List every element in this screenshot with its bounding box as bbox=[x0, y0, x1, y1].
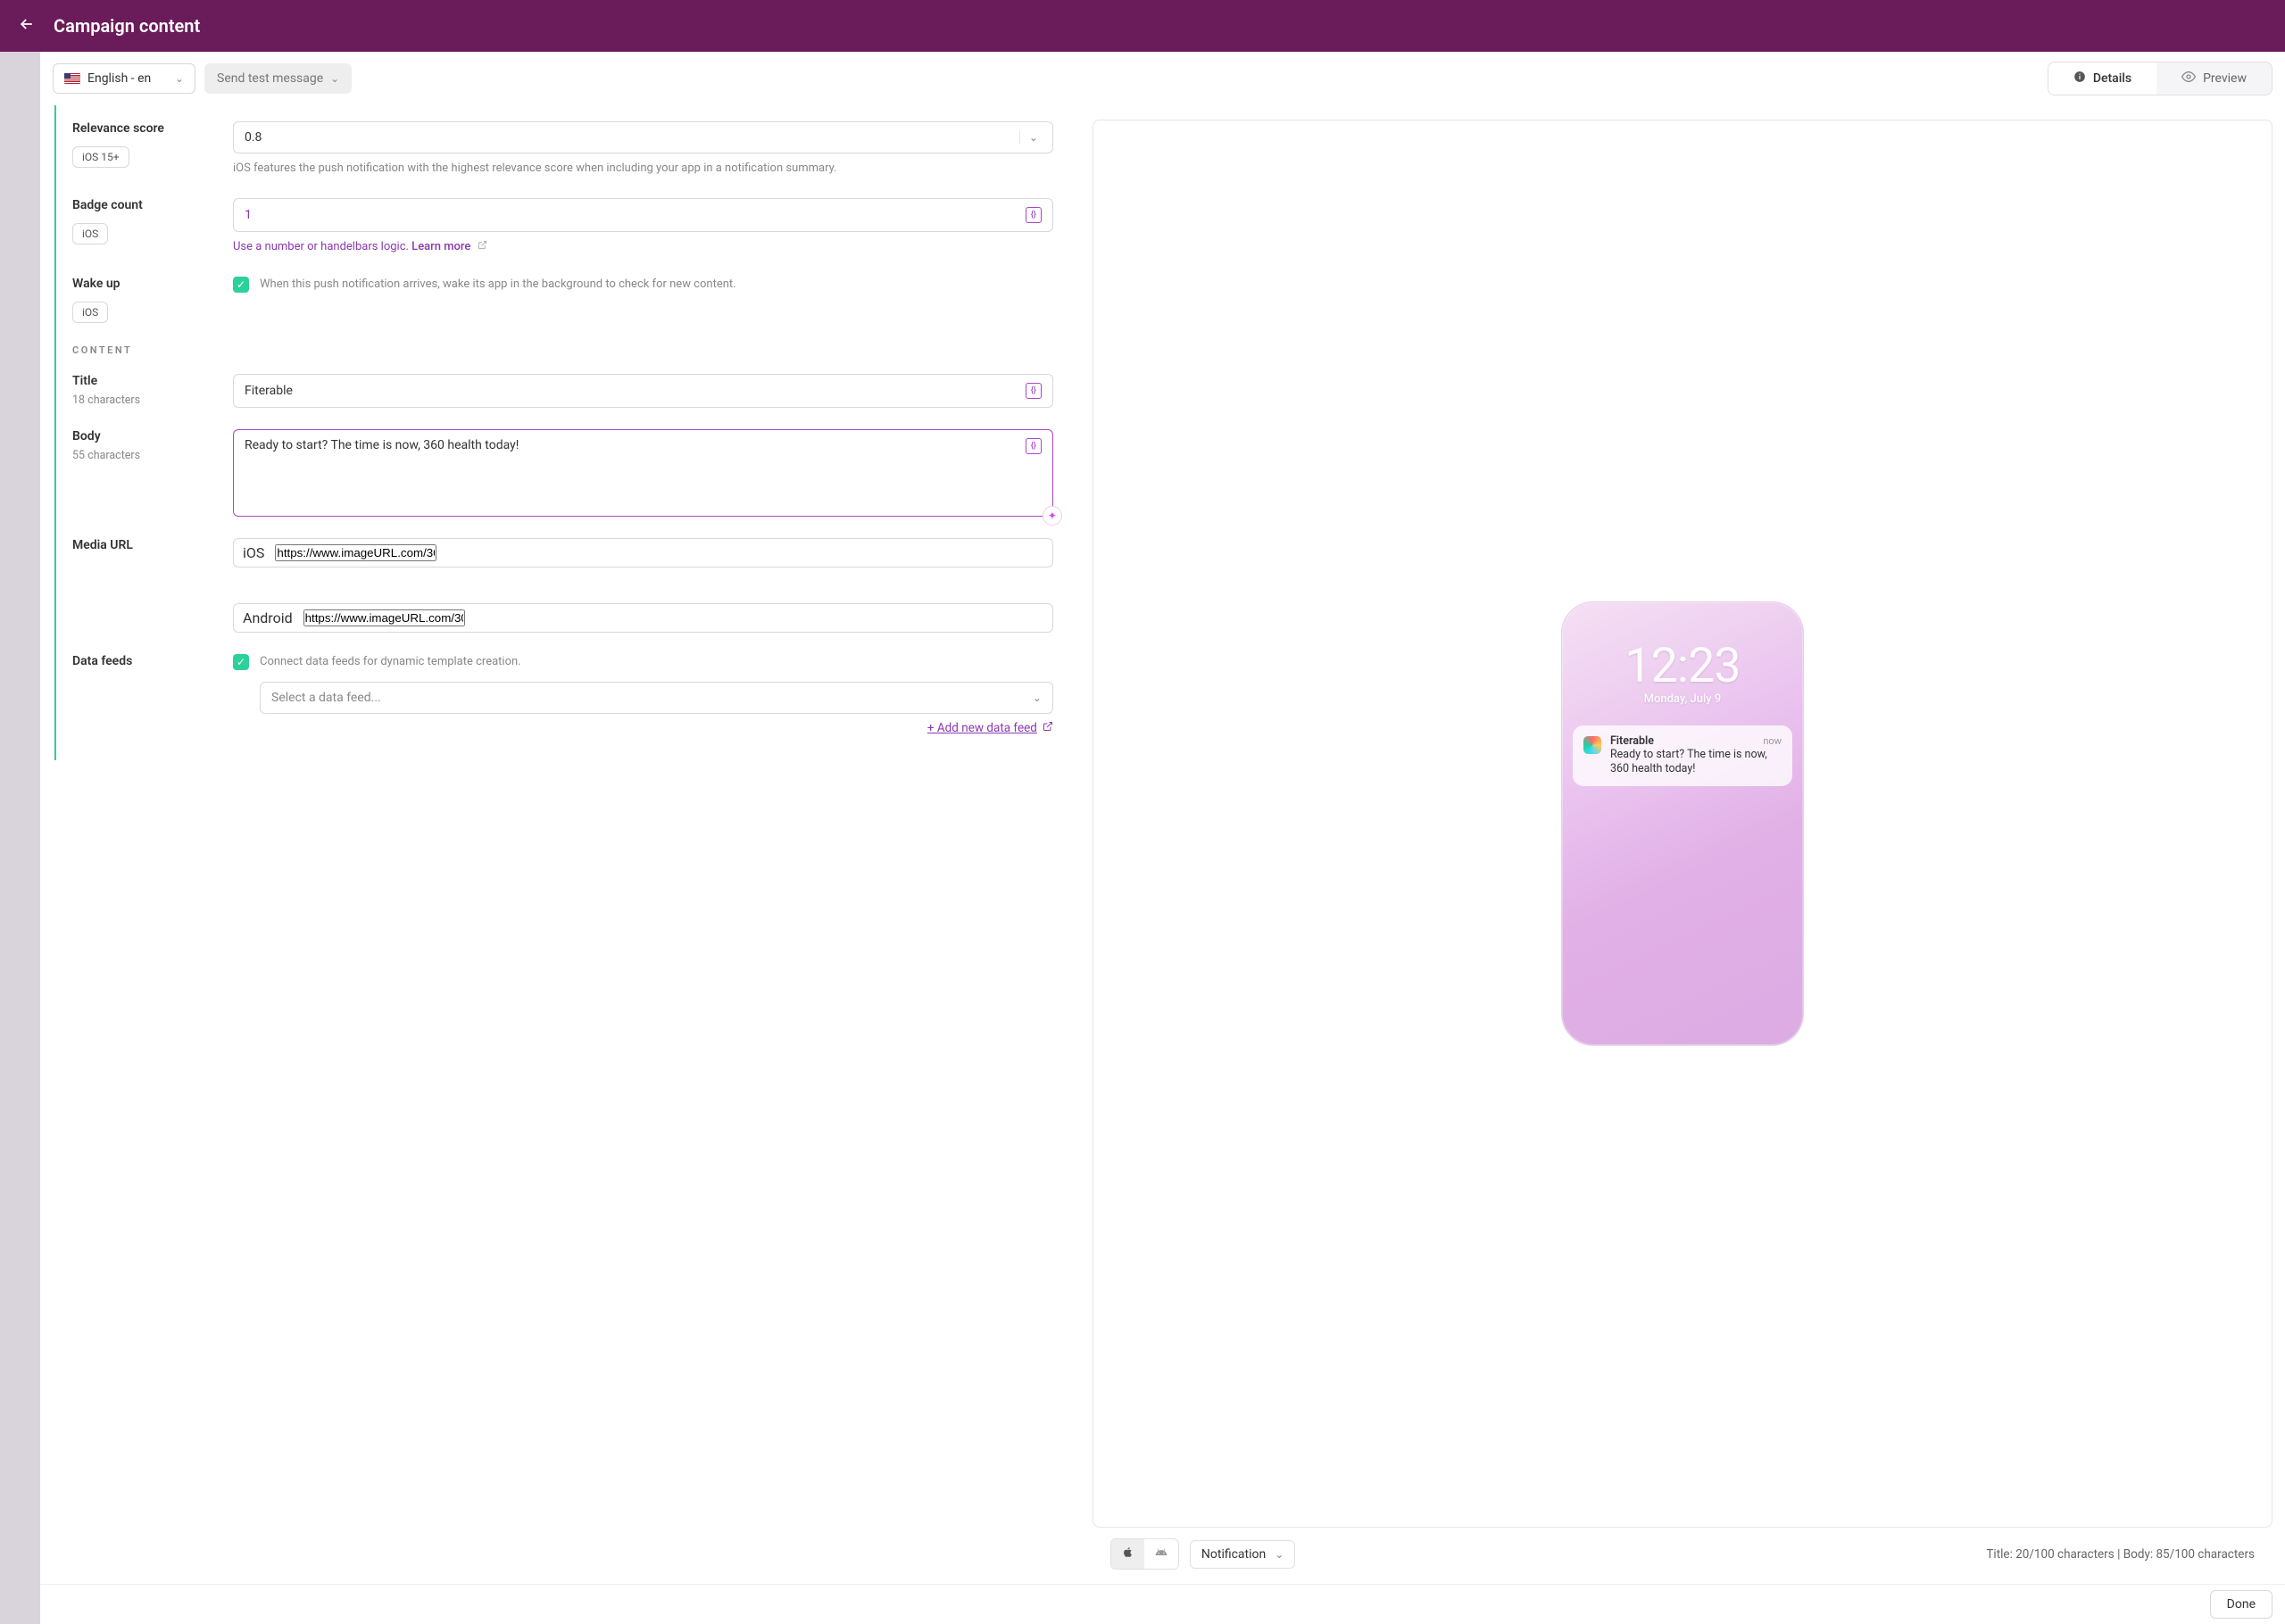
badge-ios15: iOS 15+ bbox=[72, 146, 129, 168]
feeds-checkbox[interactable]: ✓ bbox=[233, 654, 249, 670]
back-arrow-icon[interactable] bbox=[18, 15, 36, 37]
info-icon bbox=[2073, 70, 2086, 87]
done-button[interactable]: Done bbox=[2210, 1590, 2273, 1619]
label-body: Body bbox=[72, 429, 215, 443]
relevance-value: 0.8 bbox=[245, 130, 262, 145]
label-media-url: Media URL bbox=[72, 538, 215, 552]
preview-frame: 12:23 Monday, July 9 Fiterable now Ready… bbox=[1093, 120, 2273, 1528]
os-toggle bbox=[1110, 1538, 1179, 1570]
notification-card: Fiterable now Ready to start? The time i… bbox=[1573, 725, 1792, 786]
os-apple-button[interactable] bbox=[1111, 1539, 1144, 1569]
label-relevance: Relevance score bbox=[72, 121, 215, 136]
form-column: Relevance score iOS 15+ 0.8 ⌄ iOS featur… bbox=[40, 105, 1073, 1584]
label-data-feeds: Data feeds bbox=[72, 654, 215, 668]
notification-type-select[interactable]: Notification ⌄ bbox=[1190, 1540, 1295, 1569]
feeds-placeholder: Select a data feed... bbox=[271, 691, 381, 705]
chevron-down-icon: ⌄ bbox=[1029, 131, 1038, 144]
relevance-hint: iOS features the push notification with … bbox=[233, 161, 1053, 177]
ai-sparkle-icon[interactable]: ✦ bbox=[1043, 506, 1062, 526]
code-icon[interactable]: {} bbox=[1026, 207, 1042, 223]
phone-date: Monday, July 9 bbox=[1562, 692, 1803, 706]
language-select[interactable]: English - en ⌄ bbox=[53, 63, 195, 94]
tab-preview[interactable]: Preview bbox=[2156, 62, 2272, 95]
body-textarea[interactable] bbox=[245, 438, 1020, 508]
code-icon[interactable]: {} bbox=[1026, 383, 1042, 399]
label-title: Title bbox=[72, 374, 215, 388]
details-preview-segmented: Details Preview bbox=[2048, 62, 2273, 95]
external-link-icon bbox=[478, 241, 487, 253]
title-char-count: 18 characters bbox=[72, 394, 215, 407]
os-android-button[interactable] bbox=[1144, 1539, 1178, 1569]
wakeup-desc: When this push notification arrives, wak… bbox=[260, 277, 736, 293]
char-counts: Title: 20/100 characters | Body: 85/100 … bbox=[1986, 1547, 2255, 1562]
title-input[interactable] bbox=[245, 384, 1020, 398]
external-link-icon bbox=[1043, 721, 1053, 735]
badge-ios: iOS bbox=[72, 302, 108, 323]
chevron-down-icon: ⌄ bbox=[1027, 692, 1047, 704]
body-char-count: 55 characters bbox=[72, 449, 215, 462]
send-test-button[interactable]: Send test message ⌄ bbox=[204, 63, 352, 94]
send-test-label: Send test message bbox=[217, 71, 323, 86]
notif-time: now bbox=[1763, 735, 1782, 747]
badge-ios: iOS bbox=[72, 223, 108, 244]
body-textarea-wrap: {} bbox=[233, 429, 1053, 517]
app-icon bbox=[1583, 736, 1601, 754]
label-wakeup: Wake up bbox=[72, 277, 215, 291]
page-title: Campaign content bbox=[54, 15, 200, 37]
wakeup-checkbox[interactable]: ✓ bbox=[233, 277, 249, 293]
media-ios-badge: iOS bbox=[243, 544, 264, 561]
notif-body: Ready to start? The time is now, 360 hea… bbox=[1610, 748, 1782, 777]
media-android-input[interactable] bbox=[303, 609, 465, 626]
section-content-header: CONTENT bbox=[72, 344, 1053, 356]
chevron-down-icon: ⌄ bbox=[175, 72, 184, 85]
badge-count-input-wrap: {} bbox=[233, 198, 1053, 232]
code-icon[interactable]: {} bbox=[1026, 438, 1042, 454]
content-toolbar: English - en ⌄ Send test message ⌄ Detai… bbox=[40, 52, 2285, 105]
preview-footer: Notification ⌄ Title: 20/100 characters … bbox=[1093, 1528, 2273, 1570]
feeds-select[interactable]: Select a data feed... ⌄ bbox=[260, 682, 1053, 714]
phone-time: 12:23 bbox=[1562, 638, 1803, 694]
relevance-select[interactable]: 0.8 ⌄ bbox=[233, 121, 1053, 153]
page-footer: Done bbox=[40, 1584, 2285, 1624]
topbar: Campaign content bbox=[0, 0, 2285, 52]
badge-count-hint: Use a number or handelbars logic. Learn … bbox=[233, 239, 1053, 255]
add-data-feed-link[interactable]: + Add new data feed bbox=[260, 721, 1053, 735]
media-android-badge: Android bbox=[243, 609, 293, 626]
flag-us-icon bbox=[64, 73, 80, 84]
media-ios-row: iOS bbox=[233, 538, 1053, 568]
learn-more-link[interactable]: Learn more bbox=[411, 240, 470, 253]
tab-details[interactable]: Details bbox=[2048, 62, 2156, 95]
eye-icon bbox=[2181, 70, 2196, 87]
language-label: English - en bbox=[87, 71, 151, 86]
chevron-down-icon: ⌄ bbox=[330, 72, 339, 85]
title-input-wrap: {} bbox=[233, 374, 1053, 408]
notif-title: Fiterable bbox=[1610, 734, 1654, 748]
chevron-down-icon: ⌄ bbox=[1275, 1548, 1284, 1561]
media-android-row: Android bbox=[233, 603, 1053, 633]
media-ios-input[interactable] bbox=[275, 544, 436, 561]
feeds-desc: Connect data feeds for dynamic template … bbox=[260, 654, 521, 670]
label-badge-count: Badge count bbox=[72, 198, 215, 212]
phone-mock: 12:23 Monday, July 9 Fiterable now Ready… bbox=[1561, 601, 1804, 1046]
preview-column: 12:23 Monday, July 9 Fiterable now Ready… bbox=[1073, 105, 2285, 1584]
badge-count-input[interactable] bbox=[245, 208, 1020, 222]
